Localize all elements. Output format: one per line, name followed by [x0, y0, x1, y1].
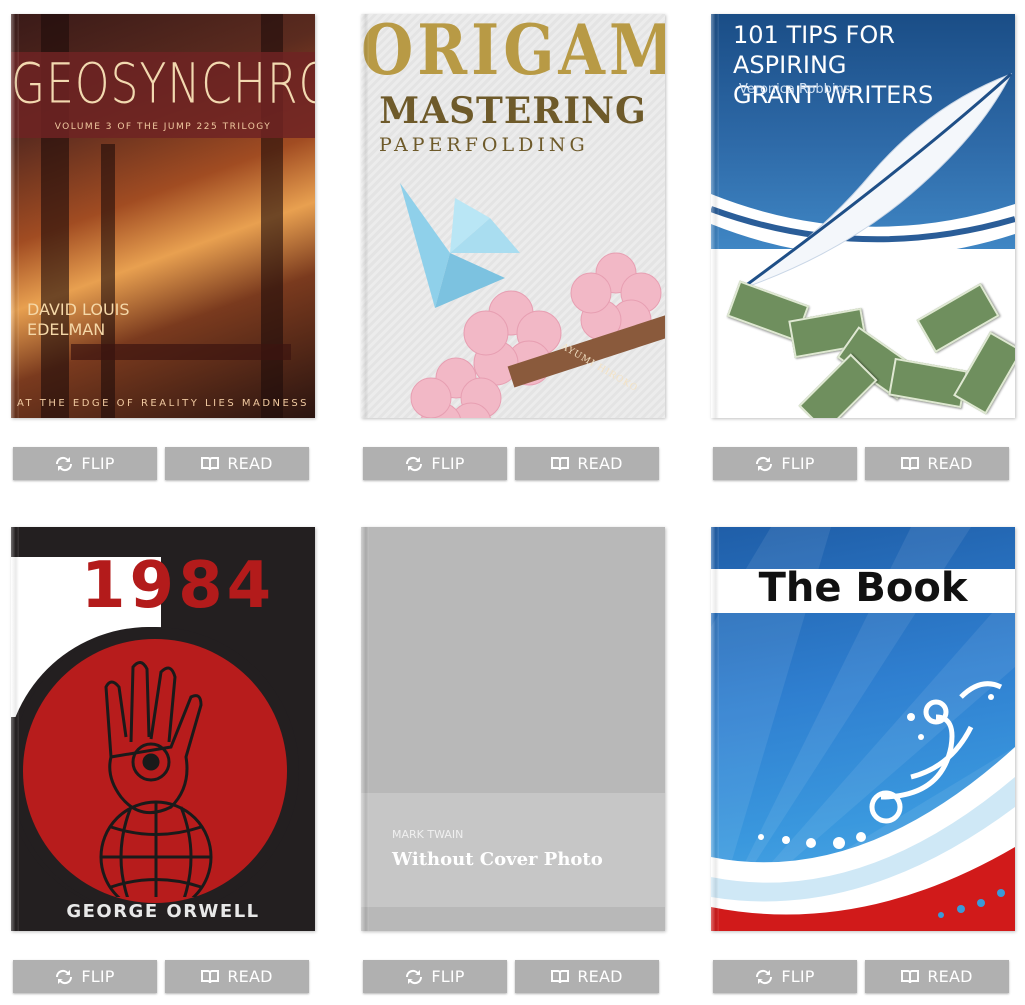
cover-title: MASTERING — [379, 90, 647, 132]
cover-title: GEOSYNCHRON — [11, 52, 315, 117]
flip-button[interactable]: FLIP — [363, 960, 507, 993]
flip-label: FLIP — [81, 967, 115, 986]
cover-author: MARK TWAIN — [392, 828, 464, 841]
flip-label: FLIP — [781, 967, 815, 986]
read-label: READ — [227, 967, 273, 986]
book-cover[interactable]: MARK TWAIN Without Cover Photo — [361, 527, 665, 931]
read-button[interactable]: READ — [865, 447, 1009, 480]
book-open-icon — [201, 456, 220, 470]
cover-tagline: AT THE EDGE OF REALITY LIES MADNESS — [16, 398, 310, 409]
read-button[interactable]: READ — [515, 447, 659, 480]
flip-button[interactable]: FLIP — [713, 960, 857, 993]
flip-label: FLIP — [431, 454, 465, 473]
book-cover[interactable]: GEOSYNCHRON VOLUME 3 OF THE JUMP 225 TRI… — [11, 14, 315, 418]
book-open-icon — [551, 456, 570, 470]
cover-title: The Book — [758, 565, 968, 611]
flip-label: FLIP — [81, 454, 115, 473]
read-label: READ — [227, 454, 273, 473]
book-cover[interactable]: 101 TIPS FOR ASPIRING GRANT WRITERS Vero… — [711, 14, 1015, 418]
read-label: READ — [927, 967, 973, 986]
flip-icon — [406, 969, 423, 984]
book-open-icon — [901, 456, 920, 470]
flip-icon — [56, 969, 73, 984]
flip-button[interactable]: FLIP — [713, 447, 857, 480]
cherry-blossom-illustration — [410, 252, 662, 418]
cover-title: 1984 — [81, 549, 276, 623]
flip-button[interactable]: FLIP — [13, 447, 157, 480]
book-open-icon — [201, 969, 220, 983]
read-label: READ — [577, 454, 623, 473]
book-cover[interactable]: The Book — [711, 527, 1015, 931]
read-button[interactable]: READ — [165, 447, 309, 480]
cover-subtitle: PAPERFOLDING — [379, 134, 589, 156]
flip-icon — [56, 456, 73, 471]
flip-button[interactable]: FLIP — [13, 960, 157, 993]
book-cover[interactable]: ORIGAMI MASTERING PAPERFOLDING AYUMI HIR… — [361, 14, 665, 418]
cover-subtitle: VOLUME 3 OF THE JUMP 225 TRILOGY — [54, 122, 272, 132]
flip-label: FLIP — [431, 967, 465, 986]
flip-icon — [406, 456, 423, 471]
book-open-icon — [901, 969, 920, 983]
cover-author: DAVID LOUIS EDELMAN — [27, 300, 130, 339]
book-cover[interactable]: 1984 GEORGE ORWELL — [11, 527, 315, 931]
flip-icon — [756, 456, 773, 471]
read-button[interactable]: READ — [865, 960, 1009, 993]
flip-icon — [756, 969, 773, 984]
cover-title: Without Cover Photo — [392, 849, 603, 870]
flip-button[interactable]: FLIP — [363, 447, 507, 480]
read-button[interactable]: READ — [165, 960, 309, 993]
read-label: READ — [927, 454, 973, 473]
hand-globe-illustration — [99, 661, 213, 897]
flip-label: FLIP — [781, 454, 815, 473]
wave-swirl-decoration — [711, 681, 1015, 931]
read-label: READ — [577, 967, 623, 986]
cover-author: Veronica Robbins — [739, 82, 851, 97]
read-button[interactable]: READ — [515, 960, 659, 993]
book-open-icon — [551, 969, 570, 983]
cover-author: GEORGE ORWELL — [66, 901, 260, 922]
cover-title-top: ORIGAMI — [361, 14, 665, 92]
